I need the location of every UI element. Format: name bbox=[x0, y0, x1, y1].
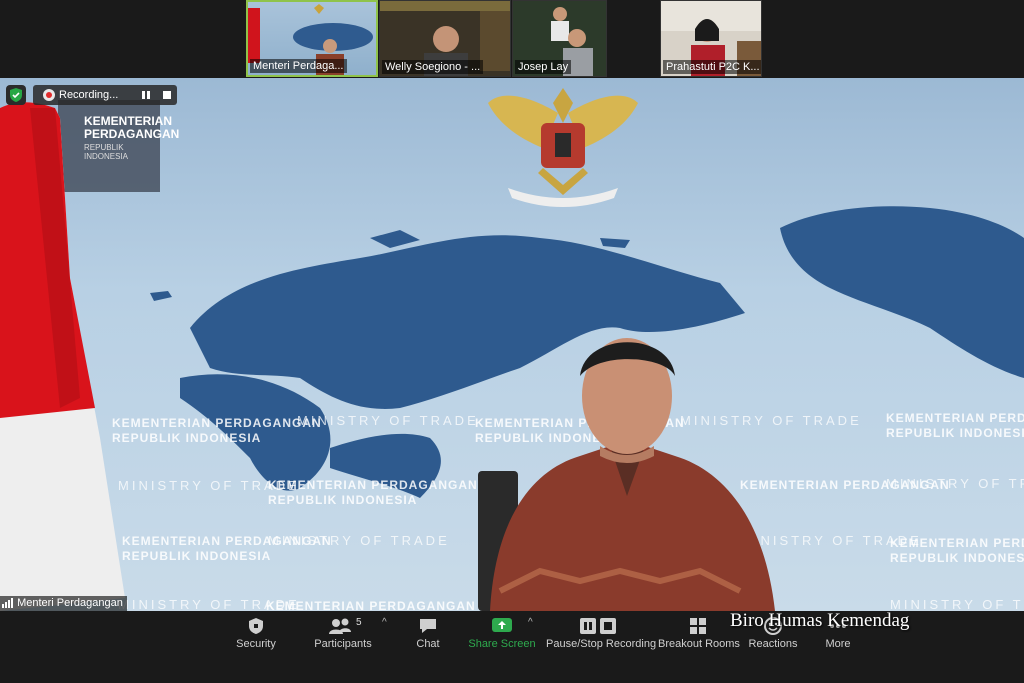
reactions-label: Reactions bbox=[748, 638, 798, 650]
participant-thumb-3[interactable]: Josep Lay bbox=[512, 0, 607, 77]
signal-bars-icon bbox=[2, 598, 13, 609]
chat-icon bbox=[420, 619, 436, 633]
participants-label: Participants bbox=[314, 638, 372, 650]
stop-icon bbox=[163, 91, 171, 99]
pause-stop-recording-icon bbox=[580, 618, 616, 634]
breakout-rooms-button[interactable]: Breakout Rooms bbox=[658, 611, 740, 671]
cloud-record-icon bbox=[43, 89, 55, 101]
backdrop-text: REPUBLIK INDONESIA bbox=[112, 431, 262, 445]
indonesia-flag bbox=[0, 102, 125, 611]
security-label: Security bbox=[236, 638, 276, 650]
participants-icon bbox=[329, 618, 351, 634]
backdrop-text: MINISTRY OF TRADE bbox=[890, 597, 1024, 611]
share-screen-label: Share Screen bbox=[468, 638, 536, 650]
participant-name-3: Josep Lay bbox=[515, 60, 572, 74]
backdrop-text: REPUBLIK INDONESIA bbox=[886, 426, 1024, 440]
stop-recording-button[interactable] bbox=[161, 89, 173, 101]
participants-count: 5 bbox=[356, 617, 362, 628]
participant-name-2: Welly Soegiono - ... bbox=[382, 60, 484, 74]
shield-check-icon bbox=[10, 88, 22, 102]
backdrop-text: KEMENTERIAN PERDAGANGAN bbox=[890, 536, 1024, 550]
backdrop-text: KEMENTERIAN PERDAGANGAN bbox=[886, 411, 1024, 425]
backdrop-text: MINISTRY OF TRADE bbox=[268, 533, 450, 548]
recording-label: Recording... bbox=[59, 89, 119, 101]
chat-button[interactable]: Chat bbox=[408, 611, 448, 671]
speaker-name-label: Menteri Perdagangan bbox=[0, 596, 127, 611]
pause-stop-recording-label: Pause/Stop Recording bbox=[546, 638, 657, 650]
share-screen-caret-icon[interactable]: ^ bbox=[528, 617, 533, 628]
participant-thumb-4[interactable]: Prahastuti P2C K... bbox=[660, 0, 762, 77]
breakout-rooms-label: Breakout Rooms bbox=[658, 638, 740, 650]
backdrop-text: REPUBLIK INDONESIA bbox=[890, 551, 1024, 565]
backdrop-text: MINISTRY OF TRADE bbox=[886, 476, 1024, 491]
main-video: KEMENTERIAN PERDAGANGAN REPUBLIK INDONES… bbox=[0, 78, 1024, 611]
share-screen-icon bbox=[492, 618, 512, 632]
speaker-name: Menteri Perdagangan bbox=[17, 597, 123, 609]
participant-name-4: Prahastuti P2C K... bbox=[663, 60, 761, 74]
participant-strip: Menteri Perdaga... Welly Soegiono - ... … bbox=[0, 0, 1024, 78]
watermark: Biro Humas Kemendag bbox=[730, 610, 910, 631]
backdrop-text: MINISTRY OF TRADE bbox=[297, 413, 479, 428]
participant-name-1: Menteri Perdaga... bbox=[250, 59, 347, 73]
backdrop-text: REPUBLIK INDONESIA bbox=[122, 549, 272, 563]
participant-thumb-2[interactable]: Welly Soegiono - ... bbox=[379, 0, 511, 77]
pause-icon bbox=[142, 91, 150, 99]
chat-label: Chat bbox=[416, 638, 440, 650]
backdrop-text: REPUBLIK INDONESIA bbox=[268, 493, 418, 507]
garuda-emblem-icon bbox=[488, 88, 638, 207]
backdrop-text: KEMENTERIAN PERDAGANGAN bbox=[268, 478, 478, 492]
encryption-shield-button[interactable] bbox=[6, 85, 26, 105]
recording-indicator: Recording... bbox=[33, 85, 177, 105]
participants-button[interactable]: 5 Participants bbox=[310, 611, 376, 671]
breakout-rooms-icon bbox=[690, 618, 706, 634]
speaker-video bbox=[478, 338, 775, 611]
backdrop-text: KEMENTERIAN PERDAGANGAN bbox=[112, 416, 322, 430]
pause-recording-button[interactable] bbox=[140, 89, 152, 101]
security-button[interactable]: Security bbox=[226, 611, 286, 671]
backdrop-text: KEMENTERIAN PERDAGANGAN bbox=[266, 599, 476, 611]
participant-thumb-1[interactable]: Menteri Perdaga... bbox=[246, 0, 378, 77]
participants-caret-icon[interactable]: ^ bbox=[382, 617, 387, 628]
pause-stop-recording-button[interactable]: Pause/Stop Recording bbox=[546, 611, 657, 671]
shield-icon bbox=[249, 618, 263, 634]
more-label: More bbox=[825, 638, 851, 650]
